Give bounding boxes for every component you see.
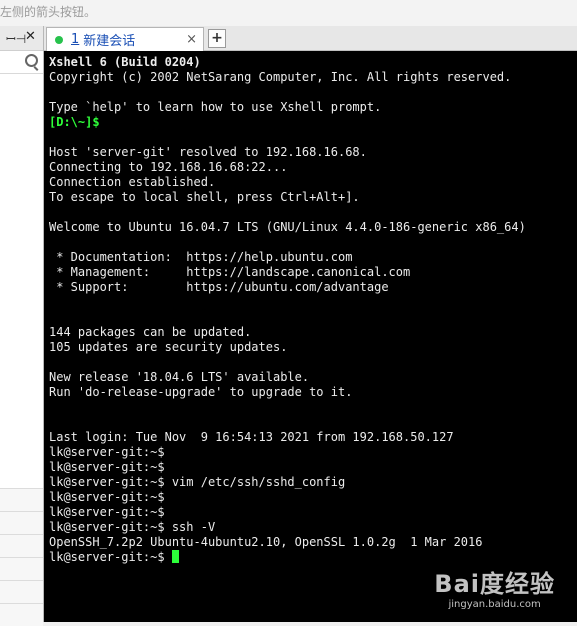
property-row: [0, 557, 43, 580]
terminal-line: Type `help' to learn how to use Xshell p…: [49, 100, 382, 114]
terminal-line: [D:\~]$: [49, 115, 100, 129]
terminal-line: Run 'do-release-upgrade' to upgrade to i…: [49, 385, 353, 399]
property-row: [0, 488, 43, 511]
property-row: [0, 603, 43, 626]
terminal-window[interactable]: Xshell 6 (Build 0204) Copyright (c) 2002 …: [44, 51, 577, 622]
hint-text: 左侧的箭头按钮。: [0, 5, 97, 19]
terminal-line: 105 updates are security updates.: [49, 340, 288, 354]
terminal-line: lk@server-git:~$: [49, 460, 165, 474]
prompt-text: lk@server-git:~$: [49, 550, 172, 564]
watermark-brand: Bai度经验: [434, 570, 555, 598]
connected-status-icon: [55, 35, 63, 44]
session-tab-strip: 1 新建会话 × +: [44, 26, 577, 51]
terminal-line: lk@server-git:~$ vim /etc/ssh/sshd_confi…: [49, 475, 346, 489]
terminal-line: OpenSSH_7.2p2 Ubuntu-4ubuntu2.10, OpenSS…: [49, 535, 483, 549]
terminal-line: lk@server-git:~$: [49, 445, 165, 459]
top-info-bar: 左侧的箭头按钮。: [0, 0, 577, 27]
pin-icon[interactable]: ꟷ⊣: [6, 30, 26, 47]
terminal-line: lk@server-git:~$ ssh -V: [49, 520, 216, 534]
tab-close-icon[interactable]: ×: [186, 32, 197, 47]
panel-header: ꟷ⊣ ✕: [0, 26, 43, 51]
new-tab-button[interactable]: +: [208, 29, 226, 48]
terminal-line: * Documentation: https://help.ubuntu.com: [49, 250, 353, 264]
watermark-url: jingyan.baidu.com: [448, 599, 541, 610]
terminal-line: * Management: https://landscape.canonica…: [49, 265, 411, 279]
terminal-line: New release '18.04.6 LTS' available.: [49, 370, 310, 384]
property-row: [0, 511, 43, 534]
tab-new-session[interactable]: 1 新建会话 ×: [46, 27, 204, 51]
session-manager-panel: ꟷ⊣ ✕: [0, 26, 44, 626]
terminal-line: Connection established.: [49, 175, 216, 189]
tab-title: 新建会话: [83, 34, 136, 49]
session-search[interactable]: [0, 51, 43, 74]
terminal-line: Host 'server-git' resolved to 192.168.16…: [49, 145, 367, 159]
property-row: [0, 534, 43, 557]
terminal-line: Xshell 6 (Build 0204): [49, 55, 201, 69]
cursor: [171, 550, 179, 563]
terminal-line: Connecting to 192.168.16.68:22...: [49, 160, 288, 174]
terminal-output: Xshell 6 (Build 0204) Copyright (c) 2002 …: [49, 55, 526, 565]
terminal-line: Last login: Tue Nov 9 16:54:13 2021 from…: [49, 430, 454, 444]
terminal-line: Welcome to Ubuntu 16.04.7 LTS (GNU/Linux…: [49, 220, 526, 234]
baidu-watermark: Bai度经验 jingyan.baidu.com: [434, 564, 555, 610]
terminal-line: 144 packages can be updated.: [49, 325, 252, 339]
terminal-line: Copyright (c) 2002 NetSarang Computer, I…: [49, 70, 512, 84]
terminal-line: * Support: https://ubuntu.com/advantage: [49, 280, 389, 294]
terminal-prompt-line[interactable]: lk@server-git:~$: [49, 550, 526, 565]
terminal-line: To escape to local shell, press Ctrl+Alt…: [49, 190, 360, 204]
terminal-line: lk@server-git:~$: [49, 490, 165, 504]
terminal-line: lk@server-git:~$: [49, 505, 165, 519]
property-row: [0, 580, 43, 603]
tab-number: 1: [71, 32, 80, 47]
search-icon[interactable]: [25, 54, 38, 67]
property-rows: [0, 488, 43, 626]
close-icon[interactable]: ✕: [25, 29, 36, 44]
